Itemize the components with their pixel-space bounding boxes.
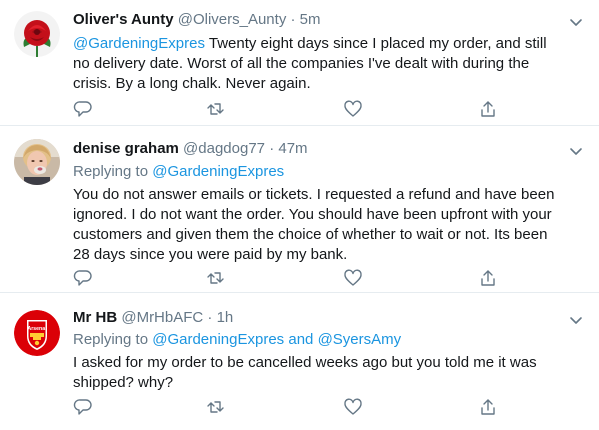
tweet-text-line: @GardeningExpres Twenty eight days since…: [73, 34, 573, 54]
share-icon[interactable]: [478, 99, 500, 119]
tweet-text-line: You do not answer emails or tickets. I r…: [73, 186, 555, 203]
mention-link[interactable]: @SyersAmy: [318, 331, 402, 348]
reply-icon[interactable]: [73, 268, 95, 288]
mention-link[interactable]: @GardeningExpres: [73, 35, 205, 52]
timestamp[interactable]: 5m: [300, 11, 321, 28]
tweet-text-line: no delivery date. Worst of all the compa…: [73, 55, 530, 72]
heart-icon[interactable]: [343, 268, 365, 288]
tweet-actions: [73, 268, 513, 288]
mention-link[interactable]: @GardeningExpres: [152, 331, 284, 348]
heart-icon[interactable]: [343, 397, 365, 417]
display-name[interactable]: Mr HB: [73, 309, 117, 326]
share-icon[interactable]: [478, 268, 500, 288]
retweet-icon[interactable]: [206, 397, 228, 417]
tweet[interactable]: Arsenal Mr HB @MrHbAFC · 1h Replying to …: [0, 293, 599, 430]
tweet-text: @GardeningExpres Twenty eight days since…: [73, 34, 573, 94]
tweet-text: I asked for my order to be cancelled wee…: [73, 353, 573, 393]
user-handle[interactable]: @MrHbAFC: [121, 309, 203, 326]
chevron-down-icon[interactable]: [569, 144, 583, 158]
tweet-header: denise graham @dagdog77 · 47m: [73, 139, 308, 159]
reply-icon[interactable]: [73, 99, 95, 119]
replying-to: Replying to @GardeningExpres and @SyersA…: [73, 330, 401, 350]
tweet-text-line: shipped? why?: [73, 374, 174, 391]
replying-prefix: Replying to: [73, 163, 153, 180]
tweet-text-line: crisis. By a long chalk. Never again.: [73, 75, 311, 92]
avatar[interactable]: Arsenal: [14, 310, 60, 356]
tweet-actions: [73, 99, 513, 119]
separator: ·: [269, 140, 275, 157]
retweet-icon[interactable]: [206, 99, 228, 119]
heart-icon[interactable]: [343, 99, 365, 119]
separator: ·: [290, 11, 296, 28]
tweet-header: Mr HB @MrHbAFC · 1h: [73, 308, 233, 328]
display-name[interactable]: denise graham: [73, 140, 179, 157]
replying-to: Replying to @GardeningExpres: [73, 162, 284, 182]
arsenal-crest-avatar-icon: Arsenal: [14, 310, 60, 356]
reply-icon[interactable]: [73, 397, 95, 417]
mention-link[interactable]: @GardeningExpres: [152, 163, 284, 180]
timestamp[interactable]: 47m: [278, 140, 307, 157]
tweet-text-line: customers and given them the choice of w…: [73, 226, 548, 243]
tweet-text-segment: Twenty eight days since I placed my orde…: [204, 35, 547, 52]
retweet-icon[interactable]: [206, 268, 228, 288]
user-handle[interactable]: @Olivers_Aunty: [178, 11, 287, 28]
tweet-text: You do not answer emails or tickets. I r…: [73, 185, 573, 265]
red-rose-avatar-icon: [14, 11, 60, 57]
chevron-down-icon[interactable]: [569, 15, 583, 29]
replying-conjunction: and: [284, 331, 318, 348]
timestamp[interactable]: 1h: [217, 309, 234, 326]
chevron-down-icon[interactable]: [569, 313, 583, 327]
tweet[interactable]: denise graham @dagdog77 · 47m Replying t…: [0, 126, 599, 293]
user-handle[interactable]: @dagdog77: [183, 140, 265, 157]
tweet-text-line: ignored. I do not want the order. You sh…: [73, 206, 552, 223]
replying-prefix: Replying to: [73, 331, 153, 348]
tweet-header: Oliver's Aunty @Olivers_Aunty · 5m: [73, 10, 321, 30]
tweet-text-line: I asked for my order to be cancelled wee…: [73, 354, 537, 371]
tweet-text-line: 28 days since you were paid by my bank.: [73, 246, 348, 263]
tweet-actions: [73, 397, 513, 417]
avatar[interactable]: [14, 11, 60, 57]
tweet[interactable]: Oliver's Aunty @Olivers_Aunty · 5m @Gard…: [0, 0, 599, 126]
display-name[interactable]: Oliver's Aunty: [73, 11, 174, 28]
person-photo-avatar-icon: [14, 139, 60, 185]
avatar[interactable]: [14, 139, 60, 185]
avatar-crest-text: Arsenal: [27, 326, 47, 332]
share-icon[interactable]: [478, 397, 500, 417]
tweet-feed: Oliver's Aunty @Olivers_Aunty · 5m @Gard…: [0, 0, 599, 430]
separator: ·: [207, 309, 213, 326]
